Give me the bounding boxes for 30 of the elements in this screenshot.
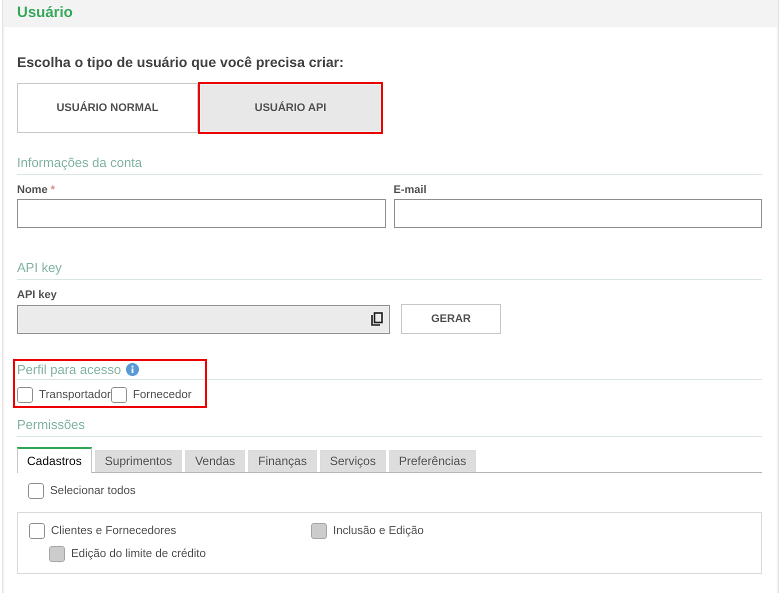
checkbox-label: Edição do limite de crédito — [71, 548, 206, 560]
field-label: API key — [17, 289, 58, 301]
checkbox[interactable] — [17, 387, 33, 403]
tab[interactable]: Cadastros — [17, 447, 92, 473]
section-heading: Permissões — [17, 417, 762, 437]
field-label: E-mail — [394, 184, 428, 196]
info-icon[interactable] — [126, 363, 140, 376]
tab[interactable]: Preferências — [388, 450, 476, 472]
user-type-option[interactable]: USUÁRIO NORMAL — [17, 83, 198, 133]
page-title: Usuário — [17, 4, 73, 21]
prompt-text: Escolha o tipo de usuário que você precisa criar: — [17, 54, 345, 70]
checkbox-label: Clientes e Fornecedores — [51, 525, 176, 537]
section-heading: Perfil para acesso — [17, 362, 122, 377]
input-field[interactable] — [17, 199, 386, 228]
checkbox[interactable] — [28, 483, 44, 499]
checkbox[interactable] — [29, 523, 45, 539]
user-type-option[interactable]: USUÁRIO API — [199, 83, 382, 133]
checkbox[interactable] — [110, 387, 127, 403]
tab[interactable]: Serviços — [320, 450, 386, 472]
input-field[interactable] — [394, 199, 762, 228]
section-heading: API key — [17, 260, 762, 280]
checkbox-label: Transportador — [39, 389, 111, 401]
checkbox-label: Selecionar todos — [50, 485, 136, 497]
tab[interactable]: Finanças — [248, 450, 317, 472]
field-label: Nome * — [17, 184, 56, 196]
section-heading: Informações da conta — [17, 155, 762, 175]
checkbox-label: Fornecedor — [132, 389, 192, 401]
tab[interactable]: Suprimentos — [94, 450, 182, 472]
tab[interactable]: Vendas — [185, 450, 246, 472]
checkbox-label: Inclusão e Edição — [333, 525, 424, 537]
